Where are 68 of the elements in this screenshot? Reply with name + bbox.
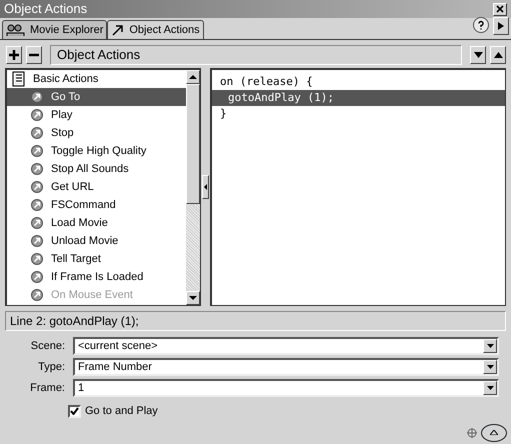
- code-line: on (release) {: [219, 74, 314, 90]
- people-icon: [6, 24, 26, 36]
- check-icon: [70, 407, 79, 416]
- crosshair-icon: [467, 428, 477, 438]
- menu-button[interactable]: [493, 17, 509, 35]
- dropdown-arrow-icon: [486, 344, 494, 348]
- action-arrow-icon: [31, 91, 43, 103]
- action-item[interactable]: Play: [7, 106, 186, 124]
- triangle-down-icon: [474, 52, 482, 58]
- triangle-up-icon: [490, 430, 498, 435]
- scroll-down-icon: [189, 296, 197, 300]
- panel-tab[interactable]: Movie Explorer: [2, 20, 108, 39]
- action-item[interactable]: Unload Movie: [7, 232, 186, 250]
- dropdown-field[interactable]: Frame Number: [73, 358, 499, 376]
- book-icon: [11, 71, 25, 87]
- action-item[interactable]: Go To: [7, 88, 186, 106]
- window-title: Object Actions: [4, 0, 88, 18]
- action-arrow-icon: [31, 235, 43, 247]
- scroll-thumb[interactable]: [186, 84, 200, 204]
- code-line: }: [219, 106, 228, 122]
- dropdown-field[interactable]: <current scene>: [73, 337, 499, 355]
- help-icon: [476, 20, 486, 30]
- triangle-left-icon: [204, 184, 207, 190]
- action-item[interactable]: If Frame Is Loaded: [7, 268, 186, 286]
- close-button[interactable]: [493, 2, 507, 16]
- status-bar: Line 2: gotoAndPlay (1);: [5, 311, 506, 331]
- close-icon: [496, 5, 504, 13]
- action-arrow-icon: [31, 127, 43, 139]
- triangle-right-icon: [498, 22, 504, 30]
- field-label: Type:: [37, 360, 65, 375]
- scrollbar[interactable]: [186, 70, 200, 305]
- checkbox-label: Go to and Play: [85, 404, 158, 419]
- action-arrow-icon: [31, 109, 43, 121]
- dropdown-field[interactable]: 1: [73, 379, 499, 397]
- checkbox[interactable]: [68, 404, 81, 418]
- action-item[interactable]: Stop All Sounds: [7, 160, 186, 178]
- triangle-up-icon: [494, 52, 502, 58]
- dropdown-arrow-icon: [486, 365, 494, 369]
- help-button[interactable]: [473, 17, 489, 33]
- dropdown-arrow-icon: [486, 386, 494, 390]
- field-label: Frame:: [29, 380, 65, 396]
- action-arrow-icon: [31, 163, 43, 175]
- panel-tab[interactable]: Object Actions: [107, 20, 204, 39]
- move-up-button[interactable]: [490, 46, 506, 64]
- panel-title: Object Actions: [50, 45, 462, 65]
- remove-button[interactable]: [26, 46, 42, 64]
- collapse-button[interactable]: [481, 424, 507, 442]
- action-arrow-icon: [31, 199, 43, 211]
- action-category[interactable]: Basic Actions: [7, 70, 186, 88]
- action-item[interactable]: Tell Target: [7, 250, 186, 268]
- plus-icon: [9, 50, 19, 60]
- action-arrow-icon: [31, 253, 43, 265]
- scroll-up-icon: [189, 75, 197, 80]
- move-down-button[interactable]: [470, 46, 486, 64]
- action-arrow-icon: [31, 217, 43, 229]
- action-item[interactable]: Toggle High Quality: [7, 142, 186, 160]
- field-label: Scene:: [30, 338, 65, 354]
- action-arrow-icon: [31, 181, 43, 193]
- add-button[interactable]: [6, 46, 22, 64]
- action-arrow-icon: [31, 271, 43, 283]
- action-item[interactable]: FSCommand: [7, 196, 186, 214]
- splitter-handle[interactable]: [202, 175, 209, 199]
- action-arrow-icon: [31, 145, 43, 157]
- arrow-icon: [111, 24, 126, 36]
- action-item[interactable]: Get URL: [7, 178, 186, 196]
- action-arrow-icon: [31, 289, 43, 301]
- action-item[interactable]: Load Movie: [7, 214, 186, 232]
- action-item[interactable]: Stop: [7, 124, 186, 142]
